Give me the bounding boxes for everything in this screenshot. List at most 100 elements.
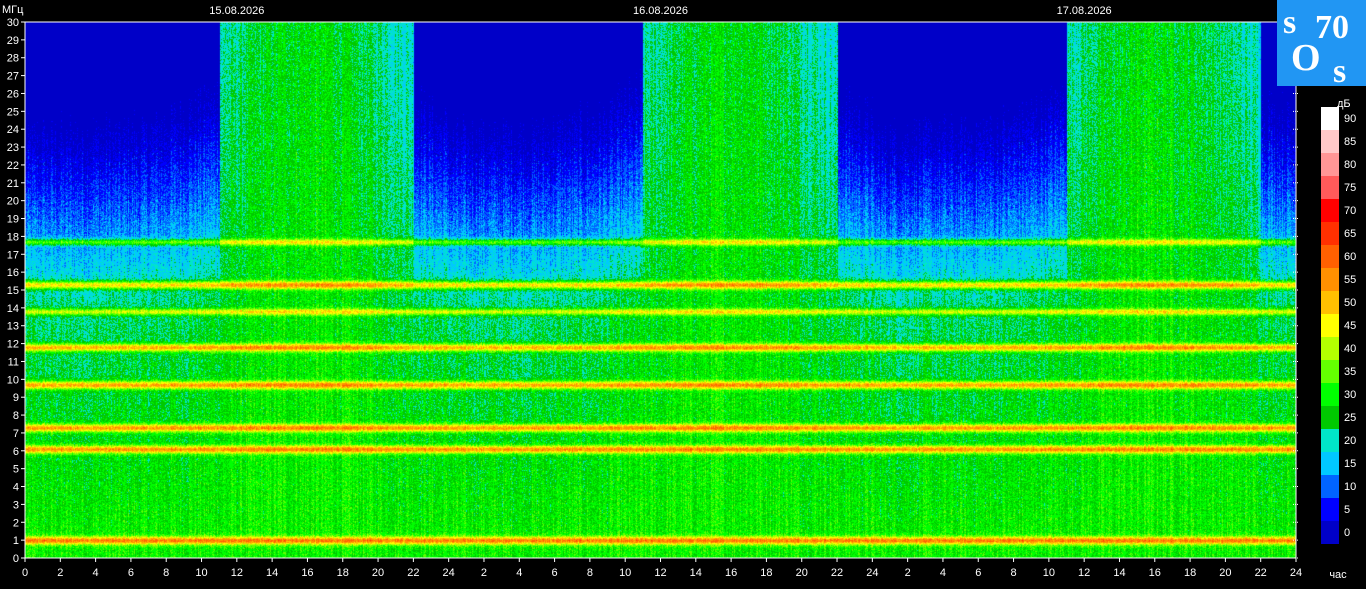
x-axis-label: час (1329, 569, 1347, 581)
chart-axes: 0123456789101112131415161718192021222324… (2, 4, 1356, 581)
y-tick-label: 13 (7, 321, 19, 333)
date-label: 17.08.2026 (1057, 5, 1112, 17)
colorbar-swatch (1321, 176, 1339, 199)
y-tick-label: 26 (7, 88, 19, 100)
colorbar-swatch (1321, 521, 1339, 544)
y-tick-label: 7 (13, 428, 19, 440)
y-tick-label: 4 (13, 482, 19, 494)
colorbar-swatch (1321, 107, 1339, 130)
y-tick-label: 25 (7, 106, 19, 118)
colorbar-tick-label: 10 (1344, 481, 1356, 493)
date-label: 15.08.2026 (209, 5, 264, 17)
colorbar-tick-label: 65 (1344, 228, 1356, 240)
x-tick-label: 12 (1078, 567, 1090, 579)
colorbar-tick-label: 25 (1344, 412, 1356, 424)
y-tick-label: 21 (7, 178, 19, 190)
x-tick-label: 6 (552, 567, 558, 579)
colorbar-tick-label: 90 (1344, 113, 1356, 125)
y-tick-label: 0 (13, 553, 19, 565)
colorbar-tick-label: 20 (1344, 435, 1356, 447)
y-tick-label: 12 (7, 339, 19, 351)
colorbar-tick-label: 85 (1344, 136, 1356, 148)
y-tick-label: 22 (7, 160, 19, 172)
y-tick-label: 1 (13, 535, 19, 547)
colorbar-tick-label: 60 (1344, 251, 1356, 263)
date-label: 16.08.2026 (633, 5, 688, 17)
y-tick-label: 16 (7, 267, 19, 279)
colorbar-tick-label: 45 (1344, 320, 1356, 332)
x-tick-label: 6 (128, 567, 134, 579)
y-tick-label: 10 (7, 374, 19, 386)
y-tick-label: 23 (7, 142, 19, 154)
y-tick-label: 3 (13, 499, 19, 511)
colorbar-swatch (1321, 406, 1339, 429)
x-tick-label: 8 (1010, 567, 1016, 579)
logo-s-bottom: s (1333, 53, 1346, 86)
colorbar-tick-label: 0 (1344, 527, 1350, 539)
x-tick-label: 22 (1255, 567, 1267, 579)
x-tick-label: 10 (619, 567, 631, 579)
y-tick-label: 19 (7, 214, 19, 226)
x-tick-label: 6 (975, 567, 981, 579)
colorbar-tick-label: 80 (1344, 159, 1356, 171)
y-tick-label: 27 (7, 71, 19, 83)
plot-frame (24, 21, 1297, 559)
y-tick-label: 18 (7, 231, 19, 243)
y-tick-label: 5 (13, 464, 19, 476)
x-tick-label: 12 (654, 567, 666, 579)
colorbar-tick-label: 75 (1344, 182, 1356, 194)
x-tick-label: 0 (22, 567, 28, 579)
logo-o: O (1291, 37, 1321, 79)
sos70-logo: s 70 O s (1277, 0, 1366, 90)
colorbar-tick-label: 5 (1344, 504, 1350, 516)
x-tick-label: 10 (1043, 567, 1055, 579)
colorbar-swatch (1321, 314, 1339, 337)
logo-graphic: s 70 O s (1277, 0, 1366, 90)
colorbar-tick-label: 55 (1344, 274, 1356, 286)
x-tick-label: 2 (481, 567, 487, 579)
y-tick-label: 28 (7, 53, 19, 65)
x-tick-label: 2 (57, 567, 63, 579)
x-tick-label: 12 (231, 567, 243, 579)
y-tick-label: 15 (7, 285, 19, 297)
y-axis-label: МГц (2, 4, 24, 16)
x-tick-label: 16 (301, 567, 313, 579)
colorbar-swatch (1321, 268, 1339, 291)
colorbar-swatch (1321, 153, 1339, 176)
colorbar-tick-label: 30 (1344, 389, 1356, 401)
y-tick-label: 29 (7, 35, 19, 47)
y-tick-label: 8 (13, 410, 19, 422)
y-tick-label: 24 (7, 124, 19, 136)
x-tick-label: 14 (690, 567, 702, 579)
y-tick-label: 20 (7, 196, 19, 208)
x-tick-label: 22 (831, 567, 843, 579)
colorbar-tick-label: 70 (1344, 205, 1356, 217)
y-tick-label: 11 (8, 356, 19, 368)
x-tick-label: 20 (796, 567, 808, 579)
colorbar-swatch (1321, 245, 1339, 268)
colorbar-swatch (1321, 222, 1339, 245)
y-tick-label: 17 (7, 249, 19, 261)
x-tick-label: 8 (587, 567, 593, 579)
x-tick-label: 20 (1219, 567, 1231, 579)
x-tick-label: 24 (443, 567, 455, 579)
y-tick-label: 30 (7, 17, 19, 29)
y-tick-label: 2 (13, 517, 19, 529)
x-tick-label: 24 (866, 567, 878, 579)
y-tick-label: 6 (13, 446, 19, 458)
colorbar-tick-label: 15 (1344, 458, 1356, 470)
x-tick-label: 16 (1149, 567, 1161, 579)
x-tick-label: 22 (407, 567, 419, 579)
x-tick-label: 4 (940, 567, 946, 579)
x-tick-label: 4 (93, 567, 99, 579)
y-tick-label: 14 (7, 303, 19, 315)
colorbar-swatch (1321, 452, 1339, 475)
x-tick-label: 8 (163, 567, 169, 579)
colorbar-swatch (1321, 199, 1339, 222)
x-tick-label: 14 (266, 567, 278, 579)
x-tick-label: 24 (1290, 567, 1302, 579)
colorbar-tick-label: 40 (1344, 343, 1356, 355)
logo-s-top: s (1283, 4, 1296, 41)
y-tick-label: 9 (13, 392, 19, 404)
colorbar-swatch (1321, 130, 1339, 153)
